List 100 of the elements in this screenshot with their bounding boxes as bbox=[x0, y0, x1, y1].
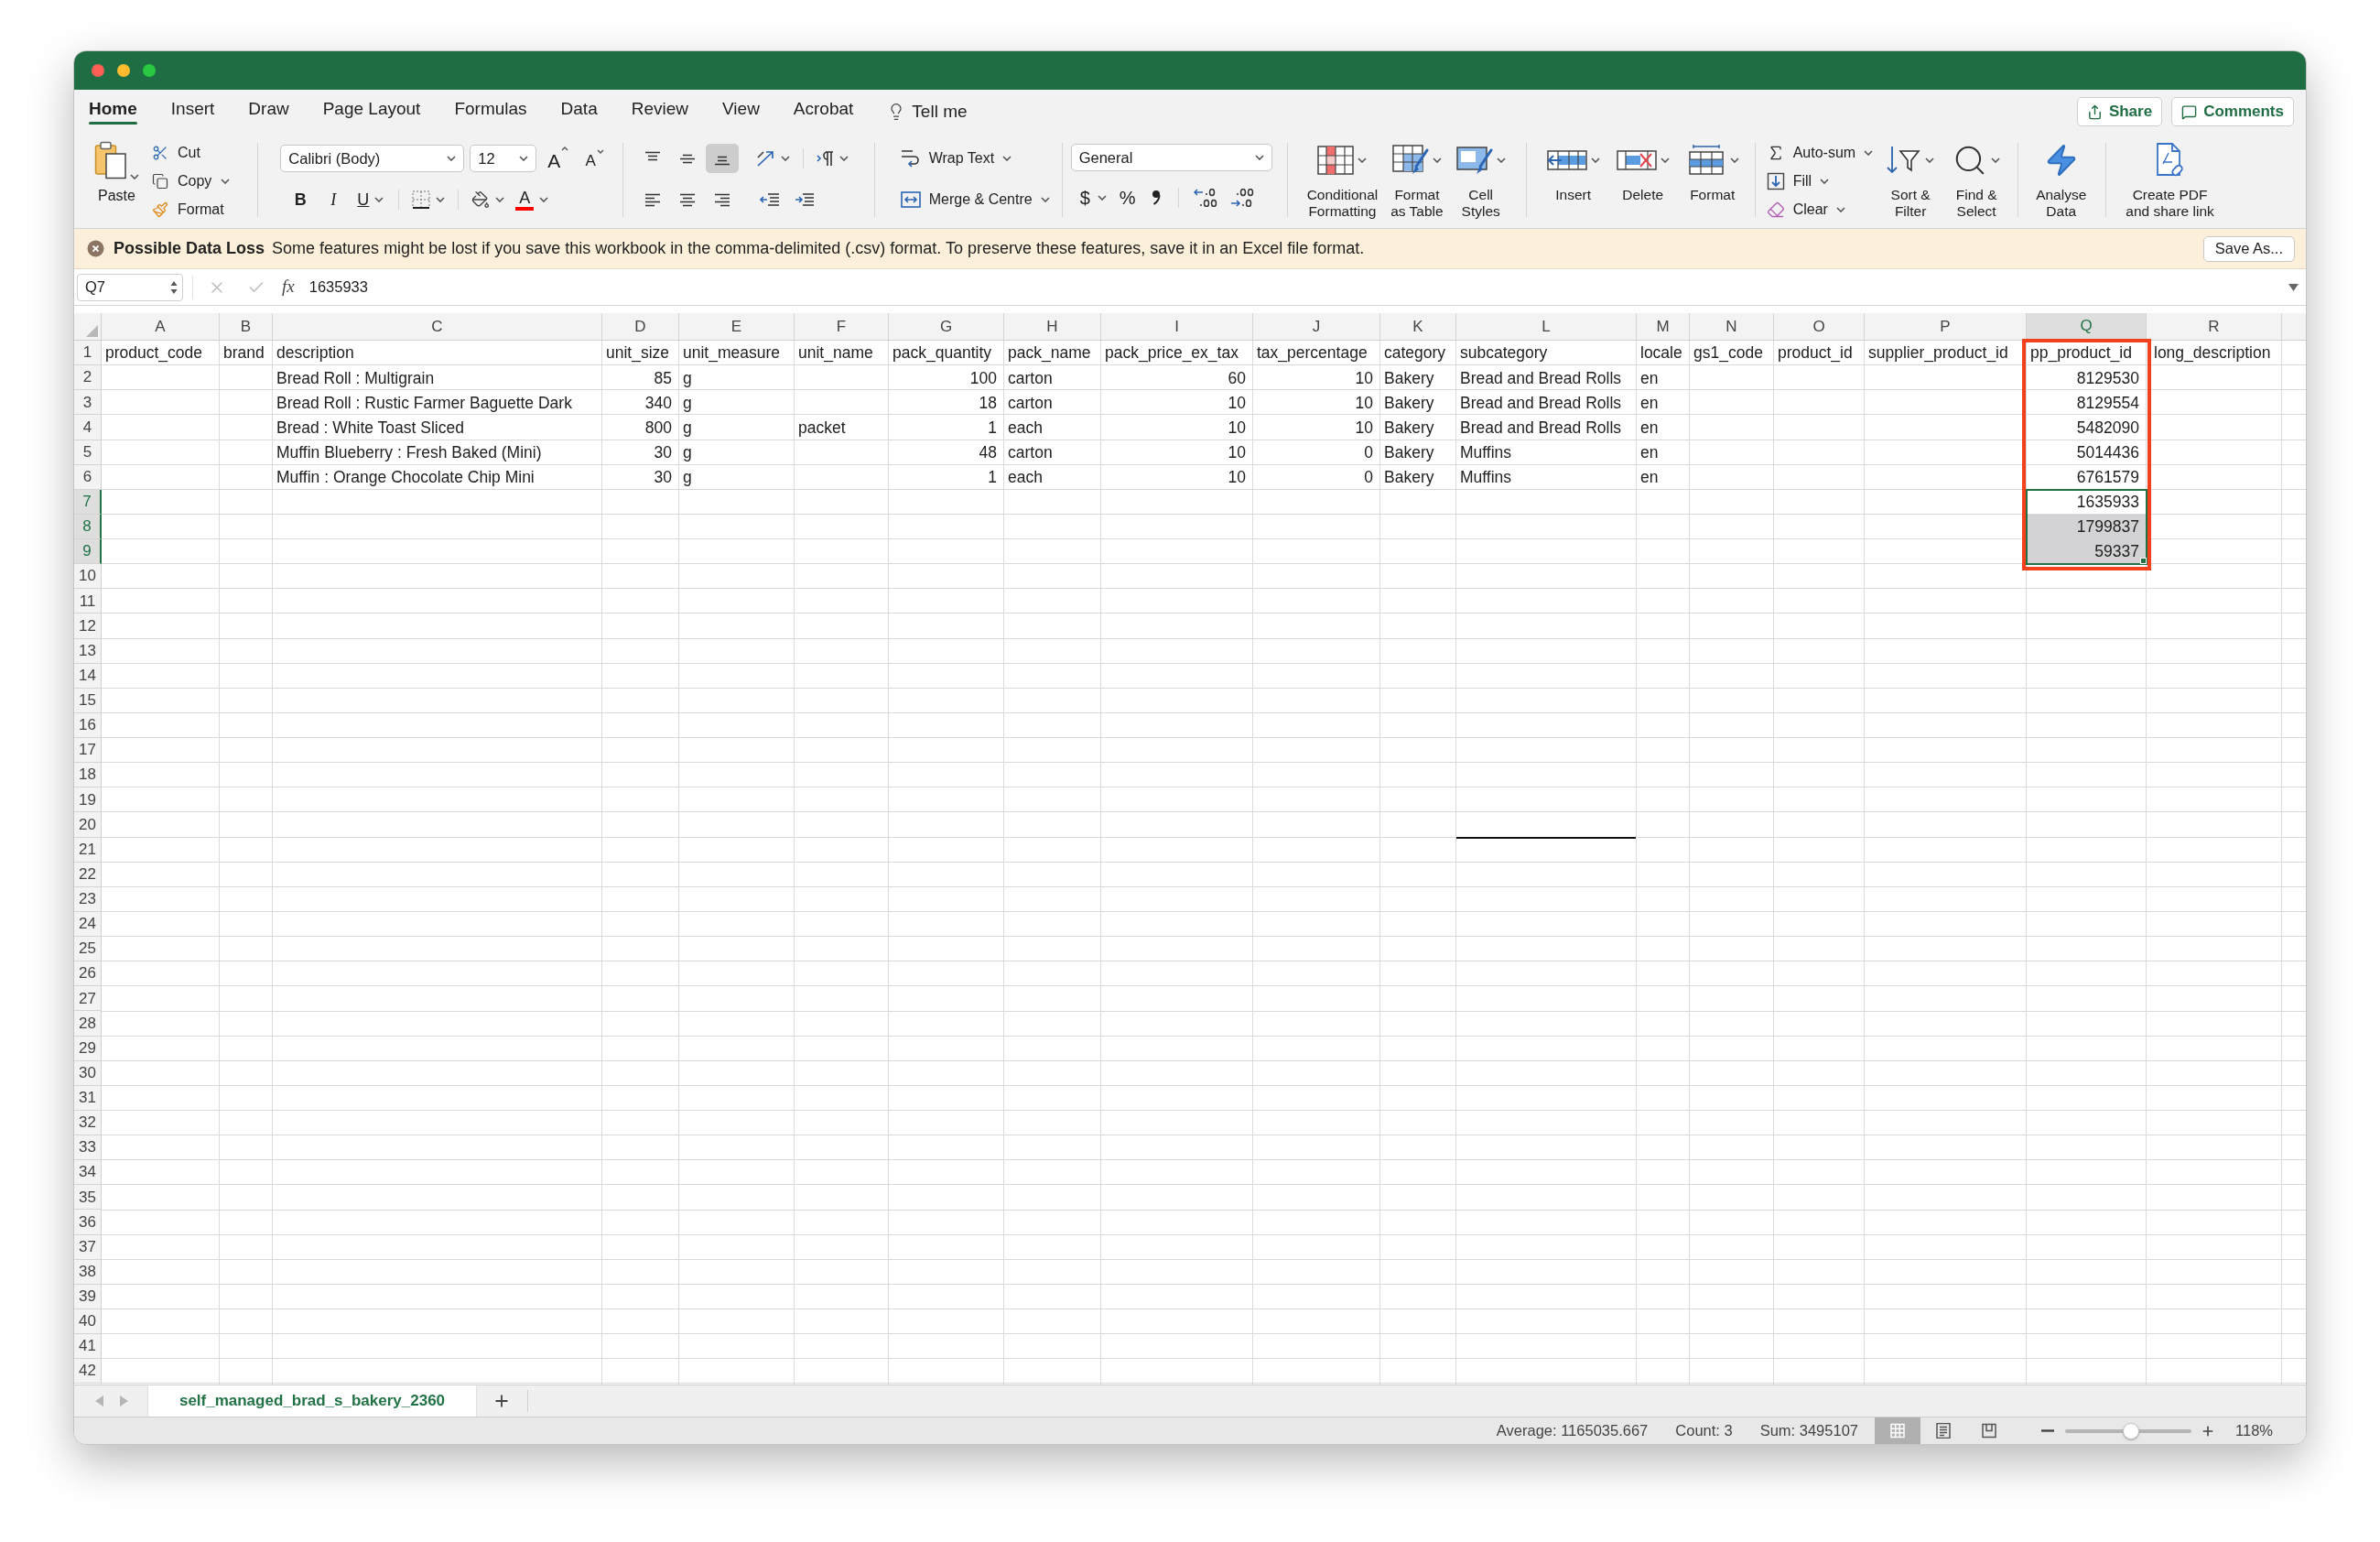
column-header[interactable]: R bbox=[2147, 313, 2282, 341]
row-header[interactable]: 1 bbox=[74, 341, 102, 366]
column-header[interactable]: P bbox=[1865, 313, 2027, 341]
row-header[interactable]: 35 bbox=[74, 1185, 102, 1211]
create-pdf-button[interactable]: Create PDF and share link bbox=[2121, 139, 2219, 220]
share-button[interactable]: Share bbox=[2076, 97, 2163, 126]
row-header[interactable]: 15 bbox=[74, 688, 102, 713]
analyse-data-button[interactable]: Analyse Data bbox=[2031, 139, 2092, 220]
autosum-button[interactable]: Auto-sum bbox=[1766, 141, 1874, 165]
column-header[interactable]: O bbox=[1774, 313, 1865, 341]
row-header[interactable]: 13 bbox=[74, 638, 102, 664]
row-header[interactable]: 28 bbox=[74, 1011, 102, 1037]
merge-centre-button[interactable]: Merge & Centre bbox=[896, 185, 1054, 214]
cut-button[interactable]: Cut bbox=[152, 141, 231, 165]
row-header[interactable]: 32 bbox=[74, 1110, 102, 1135]
delete-cells-button[interactable]: Delete bbox=[1611, 139, 1674, 203]
ribbon-tab[interactable]: Home bbox=[89, 90, 137, 130]
ribbon-tab[interactable]: Formulas bbox=[454, 90, 527, 130]
column-header[interactable]: I bbox=[1101, 313, 1253, 341]
bottom-align-button[interactable] bbox=[705, 144, 739, 173]
ribbon-tab[interactable]: Draw bbox=[248, 90, 289, 130]
ribbon-tab[interactable]: Page Layout bbox=[322, 90, 421, 130]
cell-styles-button[interactable]: Cell Styles bbox=[1451, 139, 1510, 220]
font-name-dropdown[interactable]: Calibri (Body) bbox=[280, 145, 465, 172]
row-header[interactable]: 42 bbox=[74, 1359, 102, 1385]
row-header[interactable]: 33 bbox=[74, 1135, 102, 1161]
format-cells-button[interactable]: Format bbox=[1681, 139, 1744, 203]
row-header[interactable]: 40 bbox=[74, 1309, 102, 1334]
column-header[interactable]: Q bbox=[2027, 313, 2147, 341]
row-header[interactable]: 22 bbox=[74, 862, 102, 887]
row-header[interactable]: 20 bbox=[74, 812, 102, 838]
fill-button[interactable]: Fill bbox=[1766, 169, 1874, 193]
column-header[interactable]: N bbox=[1690, 313, 1774, 341]
column-header[interactable]: H bbox=[1004, 313, 1101, 341]
row-header[interactable]: 14 bbox=[74, 663, 102, 689]
row-header[interactable]: 8 bbox=[74, 514, 102, 539]
column-header[interactable]: G bbox=[889, 313, 1004, 341]
percent-button[interactable]: % bbox=[1115, 183, 1140, 212]
wrap-text-button[interactable]: Wrap Text bbox=[896, 144, 1054, 173]
row-header[interactable]: 12 bbox=[74, 614, 102, 639]
slider-thumb[interactable] bbox=[2122, 1422, 2139, 1439]
row-header[interactable]: 38 bbox=[74, 1259, 102, 1285]
format-as-table-button[interactable]: Format as Table bbox=[1386, 139, 1448, 220]
shrink-font-button[interactable]: A bbox=[579, 144, 610, 173]
maximize-button[interactable] bbox=[143, 64, 156, 77]
ribbon-tab[interactable]: Insert bbox=[170, 90, 215, 130]
ribbon-tab[interactable]: Review bbox=[631, 90, 688, 130]
row-header[interactable]: 29 bbox=[74, 1036, 102, 1061]
insert-cells-button[interactable]: Insert bbox=[1542, 139, 1605, 203]
row-header[interactable]: 23 bbox=[74, 886, 102, 912]
row-header[interactable]: 36 bbox=[74, 1210, 102, 1235]
column-header[interactable]: D bbox=[602, 313, 679, 341]
row-header[interactable]: 21 bbox=[74, 837, 102, 863]
column-header[interactable]: E bbox=[679, 313, 795, 341]
name-box[interactable]: Q7 bbox=[77, 273, 183, 301]
row-header[interactable]: 31 bbox=[74, 1085, 102, 1111]
row-header[interactable]: 16 bbox=[74, 712, 102, 738]
sheet-tab[interactable]: self_managed_brad_s_bakery_2360 bbox=[148, 1385, 476, 1417]
row-header[interactable]: 7 bbox=[74, 489, 102, 515]
underline-button[interactable]: U bbox=[352, 185, 390, 214]
clear-button[interactable]: Clear bbox=[1766, 198, 1874, 222]
row-header[interactable]: 11 bbox=[74, 589, 102, 614]
currency-button[interactable]: $ bbox=[1076, 183, 1110, 212]
column-header[interactable]: A bbox=[102, 313, 220, 341]
number-format-dropdown[interactable]: General bbox=[1070, 144, 1272, 171]
row-header[interactable]: 6 bbox=[74, 464, 102, 490]
column-header[interactable]: M bbox=[1637, 313, 1690, 341]
comments-button[interactable]: Comments bbox=[2171, 97, 2294, 126]
row-header[interactable]: 4 bbox=[74, 415, 102, 440]
column-header[interactable]: J bbox=[1253, 313, 1380, 341]
format-painter-button[interactable]: Format bbox=[152, 198, 231, 222]
row-header[interactable]: 24 bbox=[74, 911, 102, 937]
row-header[interactable]: 10 bbox=[74, 564, 102, 590]
find-select-button[interactable]: Find & Select bbox=[1948, 139, 2006, 220]
column-header[interactable]: B bbox=[220, 313, 273, 341]
ribbon-tab[interactable]: View bbox=[722, 90, 760, 130]
row-header[interactable]: 2 bbox=[74, 365, 102, 391]
zoom-slider[interactable] bbox=[2065, 1421, 2191, 1440]
row-header[interactable]: 9 bbox=[74, 539, 102, 565]
conditional-formatting-button[interactable]: Conditional Formatting bbox=[1302, 139, 1383, 220]
row-header[interactable]: 26 bbox=[74, 961, 102, 987]
column-header[interactable]: K bbox=[1380, 313, 1456, 341]
formula-field[interactable]: 1635933 bbox=[308, 269, 2288, 305]
minimize-button[interactable] bbox=[117, 64, 130, 77]
row-header[interactable]: 30 bbox=[74, 1060, 102, 1086]
save-as-button[interactable]: Save As... bbox=[2202, 235, 2295, 262]
row-header[interactable]: 34 bbox=[74, 1160, 102, 1186]
row-header[interactable]: 5 bbox=[74, 440, 102, 465]
ribbon-tab[interactable]: Data bbox=[560, 90, 598, 130]
row-header[interactable]: 17 bbox=[74, 738, 102, 764]
insert-function-button[interactable]: fx bbox=[282, 274, 295, 300]
row-header[interactable]: 3 bbox=[74, 390, 102, 416]
row-header[interactable]: 18 bbox=[74, 763, 102, 788]
column-header[interactable]: C bbox=[273, 313, 602, 341]
paste-button[interactable]: Paste bbox=[94, 139, 139, 207]
font-color-button[interactable]: A bbox=[512, 185, 553, 214]
italic-button[interactable]: I bbox=[319, 185, 349, 214]
ribbon-tab[interactable]: Acrobat bbox=[793, 90, 854, 130]
fill-handle[interactable] bbox=[2140, 558, 2147, 565]
column-header[interactable]: F bbox=[795, 313, 889, 341]
